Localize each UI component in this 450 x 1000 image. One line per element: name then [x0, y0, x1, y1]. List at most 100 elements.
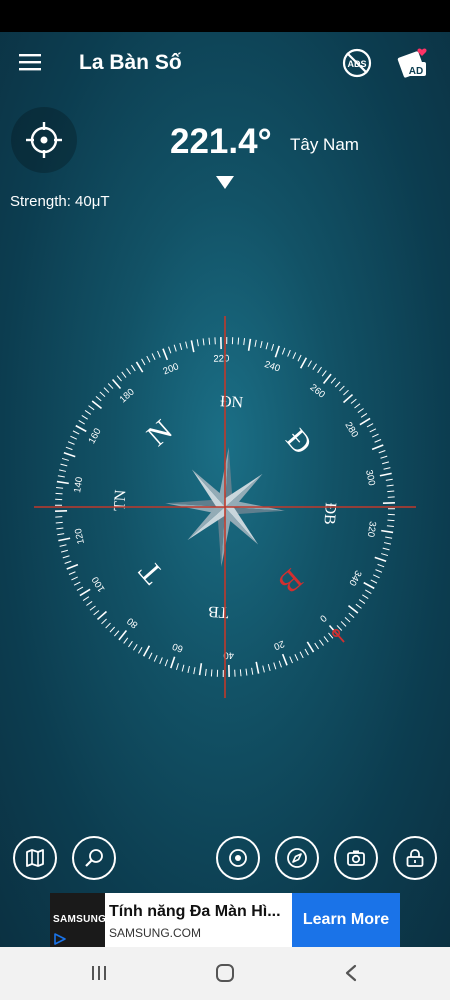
compass-tick — [323, 636, 329, 643]
compass-tick — [299, 651, 304, 659]
compass-tick — [75, 424, 87, 433]
navigation-icon — [287, 848, 307, 868]
compass-tick — [322, 373, 332, 385]
compass-tick — [196, 339, 199, 347]
compass-tick — [76, 586, 84, 591]
compass-tick — [377, 563, 385, 568]
compass-tick — [202, 338, 205, 346]
compass-tick — [371, 444, 384, 451]
ad-choices-icon[interactable] — [54, 933, 66, 945]
compass-tick — [210, 669, 213, 677]
zoom-button[interactable] — [72, 836, 116, 880]
status-bar — [0, 0, 450, 32]
compass-tick — [62, 555, 70, 559]
compass-tick — [317, 366, 322, 374]
compass-dial[interactable]: 020406080100120140160180200220 2402602803… — [34, 316, 416, 698]
back-icon[interactable] — [344, 964, 358, 982]
compass-tick — [113, 630, 120, 637]
compass-tick — [260, 340, 263, 349]
ad-banner[interactable]: SAMSUNG Tính năng Đa Màn Hì... SAMSUNG.C… — [50, 893, 400, 947]
compass-tick — [99, 391, 106, 398]
compass-tick — [294, 654, 299, 661]
camera-icon — [347, 850, 365, 866]
menu-icon[interactable] — [19, 53, 42, 71]
compass-tick — [63, 452, 76, 458]
compass-tick — [131, 364, 136, 372]
compass-tick — [60, 549, 68, 553]
compass-tick — [81, 414, 88, 420]
compass-tick — [372, 433, 379, 438]
compass-tick — [208, 337, 211, 345]
compass-tick — [93, 610, 100, 616]
degree-label: 220 — [213, 353, 229, 364]
intercardinal-label: ĐN — [220, 393, 245, 411]
compass-tick — [65, 446, 73, 451]
target-icon — [229, 849, 247, 867]
camera-button[interactable] — [334, 836, 378, 880]
home-icon[interactable] — [215, 963, 235, 983]
compass-tick — [84, 410, 92, 415]
ad-learn-more-button[interactable]: Learn More — [292, 893, 400, 947]
compass-tick — [56, 486, 64, 489]
compass-tick — [281, 347, 286, 355]
map-button[interactable] — [13, 836, 57, 880]
compass-tick — [383, 467, 391, 470]
compass-tick — [118, 629, 128, 641]
compass-tick — [382, 547, 390, 551]
compass-tick — [159, 657, 163, 665]
compass-tick — [262, 665, 265, 673]
degree-label: 100 — [90, 574, 108, 593]
compass-tick — [385, 536, 393, 539]
map-icon — [26, 849, 44, 867]
compass-tick — [267, 664, 271, 672]
compass-tick — [89, 605, 96, 611]
compass-tick — [91, 400, 103, 410]
compass-tick — [251, 667, 254, 675]
navigation-button[interactable] — [275, 836, 319, 880]
compass-tick — [79, 588, 91, 597]
reward-ad-text: AD — [409, 66, 423, 77]
compass-tick — [58, 537, 71, 542]
compass-tick — [304, 648, 309, 656]
compass-tick — [359, 417, 371, 426]
compass-tick — [60, 463, 68, 467]
zoom-icon — [85, 849, 103, 867]
compass-tick — [111, 378, 122, 390]
cardinal-label: T — [133, 554, 170, 590]
compass-tick — [162, 348, 169, 361]
no-ads-icon[interactable]: ADS — [342, 48, 372, 78]
compass-tick — [109, 626, 116, 633]
lock-icon — [406, 849, 424, 867]
degree-label: 300 — [363, 469, 377, 487]
compass-tick — [239, 669, 242, 677]
compass-tick — [185, 341, 188, 349]
compass-tick — [204, 668, 207, 676]
compass-tick — [95, 395, 102, 402]
compass-tick — [59, 544, 67, 547]
compass-tick — [56, 527, 64, 530]
compass-tick — [173, 344, 177, 352]
reward-ad-icon[interactable]: AD — [395, 46, 429, 78]
compass-tick — [181, 664, 185, 672]
compass-tick — [321, 370, 327, 377]
location-button[interactable] — [11, 107, 77, 173]
compass-tick — [354, 403, 361, 409]
lock-button[interactable] — [393, 836, 437, 880]
compass-tick — [350, 398, 357, 404]
cardinal-label: N — [141, 413, 179, 452]
degree-label: 240 — [263, 359, 282, 374]
compass-tick — [375, 569, 383, 573]
north-needle — [332, 629, 345, 643]
compass-tick — [148, 652, 153, 660]
recent-apps-icon[interactable] — [90, 964, 108, 982]
compass-tick — [366, 423, 374, 428]
target-button[interactable] — [216, 836, 260, 880]
compass-tick — [362, 594, 369, 600]
compass-tick — [339, 385, 345, 392]
intercardinal-label: TB — [208, 602, 229, 620]
compass-tick — [67, 441, 75, 445]
compass-tick — [73, 581, 81, 586]
app-title: La Bàn Số — [79, 51, 182, 74]
ad-logo: SAMSUNG — [50, 893, 106, 947]
degree-label: 140 — [72, 476, 85, 493]
